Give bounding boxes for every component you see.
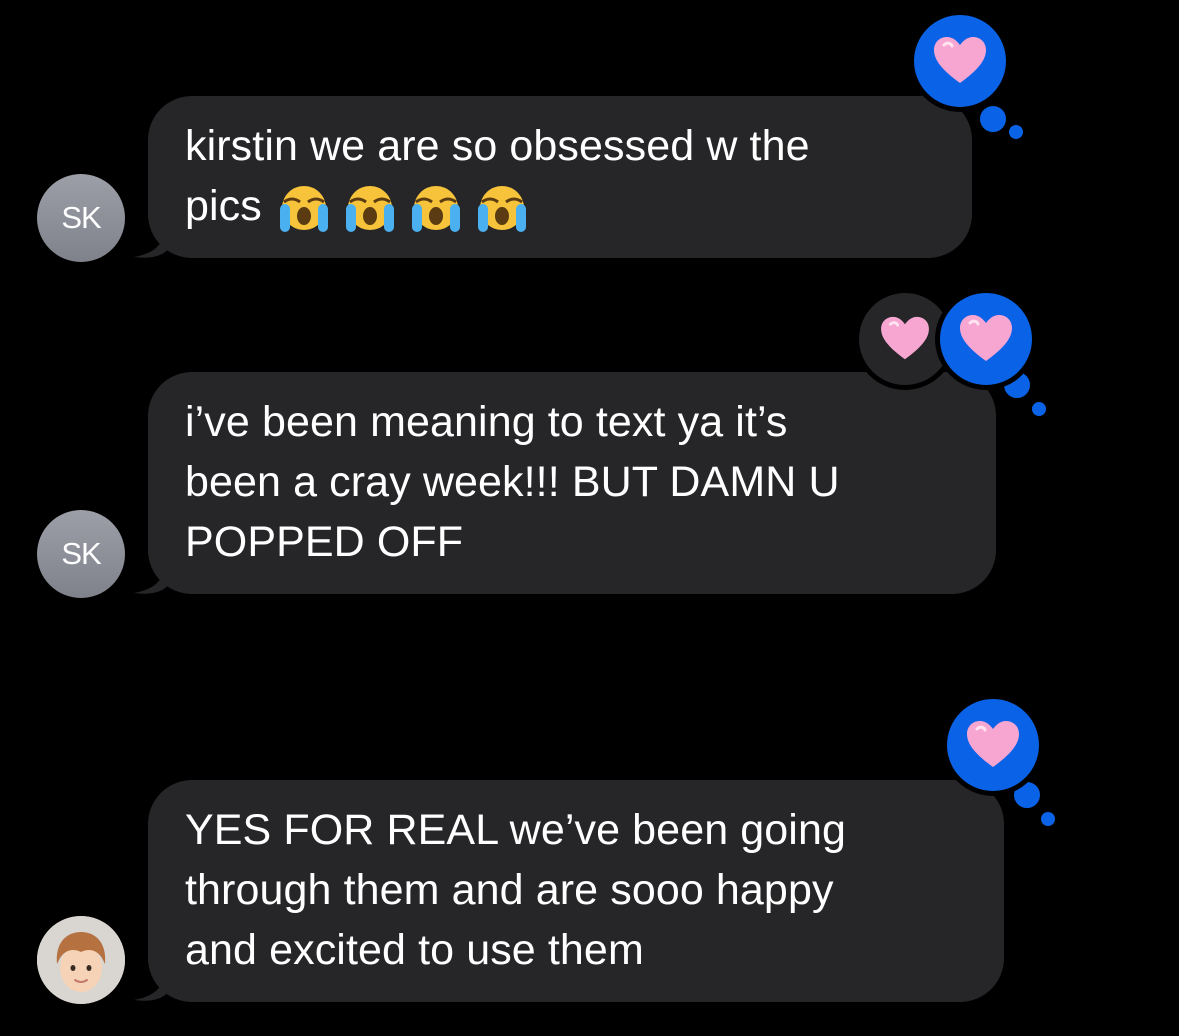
message-line: pics <box>185 182 262 230</box>
memoji-face-icon <box>37 916 125 1004</box>
pink-heart-icon <box>967 721 1019 767</box>
tapback-reaction[interactable] <box>942 694 1044 796</box>
pink-heart-icon <box>881 316 929 360</box>
conversation-view: SK kirstin we are so obsessed w the pics <box>0 0 1179 1036</box>
tapback-reaction[interactable] <box>909 10 1011 112</box>
tapback-reaction[interactable] <box>935 288 1037 390</box>
message-text: YES FOR REAL we’ve been going through th… <box>185 806 846 974</box>
loudly-crying-face-icon <box>279 185 328 232</box>
pink-heart-icon <box>960 315 1012 361</box>
message-bubble[interactable]: YES FOR REAL we’ve been going through th… <box>148 780 1004 1002</box>
memoji-avatar[interactable] <box>37 916 125 1004</box>
tapback-tail-dot <box>1041 812 1055 826</box>
tapback-tail-dot <box>1032 402 1046 416</box>
loudly-crying-face-icon <box>345 185 394 232</box>
message-line-with-emoji: pics <box>185 176 934 236</box>
pink-heart-icon <box>934 37 986 83</box>
loudly-crying-face-icon <box>477 185 526 232</box>
message-text: i’ve been meaning to text ya it’s been a… <box>185 398 840 566</box>
message-bubble[interactable]: kirstin we are so obsessed w the pics <box>148 96 972 258</box>
avatar-initials: SK <box>61 200 101 235</box>
message-bubble[interactable]: i’ve been meaning to text ya it’s been a… <box>148 372 996 594</box>
emoji-group <box>274 184 532 234</box>
contact-avatar[interactable]: SK <box>37 510 125 598</box>
message-text: kirstin we are so obsessed w the pics <box>185 116 934 236</box>
avatar-initials: SK <box>61 536 101 571</box>
message-line: kirstin we are so obsessed w the <box>185 122 810 170</box>
loudly-crying-face-icon <box>411 185 460 232</box>
contact-avatar[interactable]: SK <box>37 174 125 262</box>
tapback-tail-dot <box>1009 125 1023 139</box>
